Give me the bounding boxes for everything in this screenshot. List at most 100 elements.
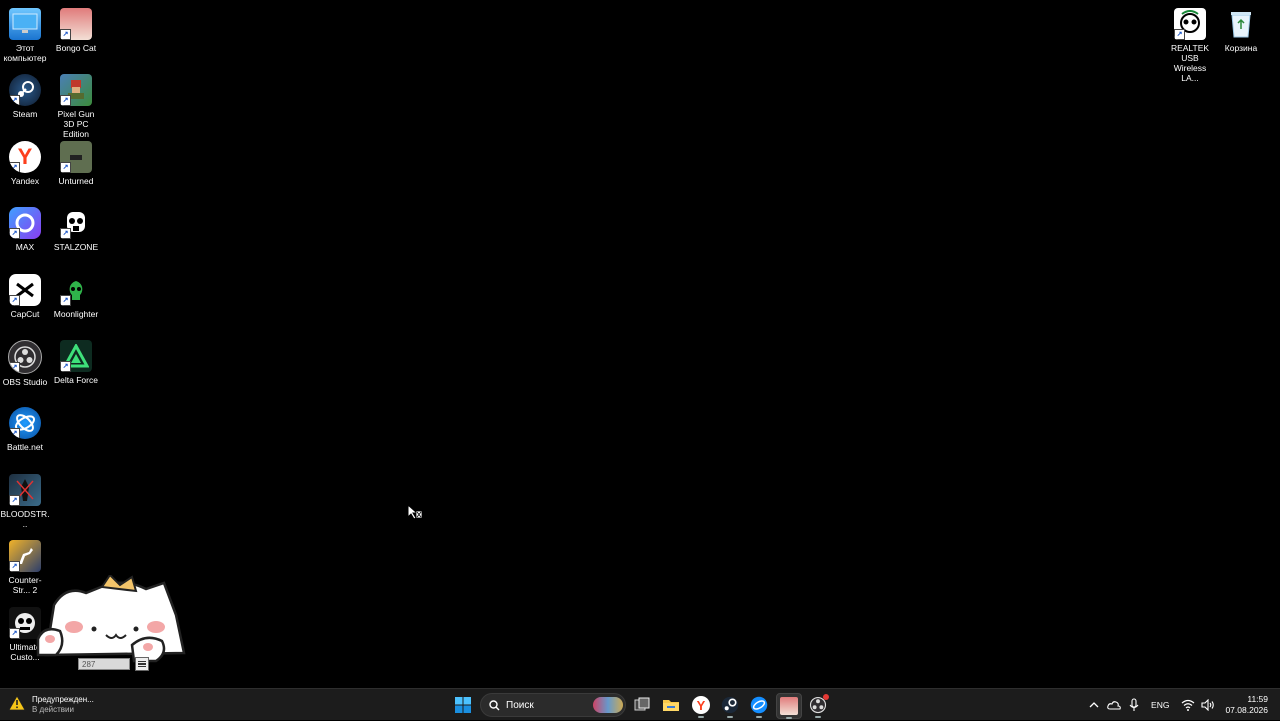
clock-date: 07.08.2026 xyxy=(1225,705,1268,715)
widget-title: Предупрежден... xyxy=(32,695,94,704)
search-highlight-icon xyxy=(593,697,623,713)
desktop-icon-delta-force[interactable]: ↗ Delta Force xyxy=(51,336,101,398)
shortcut-arrow-icon: ↗ xyxy=(9,362,20,373)
obs-button[interactable] xyxy=(806,693,830,718)
icon-label: Bongo Cat xyxy=(55,43,97,53)
volume-icon xyxy=(1201,699,1215,711)
desktop-icon-obs[interactable]: ↗ OBS Studio xyxy=(0,336,50,398)
wifi-icon xyxy=(1182,699,1195,711)
icon-label: Yandex xyxy=(10,176,40,186)
icon-label: Unturned xyxy=(58,176,94,186)
monitor-icon xyxy=(9,8,41,40)
desktop-icon-recycle-bin[interactable]: Корзина xyxy=(1216,4,1266,66)
icon-label: Moonlighter xyxy=(53,309,99,319)
shortcut-arrow-icon: ↗ xyxy=(60,361,71,372)
language-indicator[interactable]: ENG xyxy=(1143,693,1177,717)
desktop-icon-pixel-gun[interactable]: ↗ Pixel Gun 3D PC Edition xyxy=(51,70,101,139)
icon-label: Корзина xyxy=(1224,43,1258,53)
bloodstrike-icon: ↗ xyxy=(9,474,41,506)
yandex-icon: Y ↗ xyxy=(9,141,41,173)
start-button[interactable] xyxy=(451,693,475,717)
steam-icon: ↗ xyxy=(9,74,41,106)
shortcut-arrow-icon: ↗ xyxy=(9,228,20,239)
file-explorer-button[interactable] xyxy=(659,693,683,717)
mouse-cursor-icon xyxy=(407,503,423,520)
icon-label: REALTEK USB Wireless LA... xyxy=(1170,43,1210,83)
network-sound-button[interactable] xyxy=(1177,693,1219,717)
microphone-icon xyxy=(1129,698,1139,711)
desktop-icon-battlenet[interactable]: ↗ Battle.net xyxy=(0,403,50,465)
yandex-browser-button[interactable]: Y xyxy=(689,693,713,718)
clock-time: 11:59 xyxy=(1247,694,1268,704)
shortcut-arrow-icon: ↗ xyxy=(9,561,20,572)
desktop-icon-capcut[interactable]: ↗ CapCut xyxy=(0,270,50,332)
bongo-cat-counter: 287 xyxy=(78,658,130,670)
counter-strike-icon: ↗ xyxy=(9,540,41,572)
capcut-icon: ↗ xyxy=(9,274,41,306)
weather-alert-widget[interactable]: Предупрежден... В действии xyxy=(8,691,94,719)
shortcut-arrow-icon: ↗ xyxy=(9,162,20,173)
realtek-wifi-icon: ↗ xyxy=(1174,8,1206,40)
unturned-icon: ↗ xyxy=(60,141,92,173)
clock[interactable]: 11:59 07.08.2026 xyxy=(1219,694,1280,716)
shortcut-arrow-icon: ↗ xyxy=(60,95,71,106)
icon-label: CapCut xyxy=(10,309,40,319)
cloud-icon xyxy=(1107,701,1121,710)
bongo-cat-icon xyxy=(780,697,798,715)
taskbar: Предупрежден... В действии Поиск Y ENG 1… xyxy=(0,688,1280,720)
icon-label: Delta Force xyxy=(54,375,98,385)
shortcut-arrow-icon: ↗ xyxy=(9,495,20,506)
icon-label: Этот компьютер xyxy=(3,43,47,63)
icon-label: STALZONE xyxy=(53,242,99,252)
bongo-cat-overlay[interactable] xyxy=(36,573,188,665)
steam-icon xyxy=(721,696,739,714)
desktop-icon-bloodstrike[interactable]: ↗ BLOODSTR... xyxy=(0,470,50,532)
icon-label: MAX xyxy=(15,242,35,252)
desktop-icon-max[interactable]: ↗ MAX xyxy=(0,203,50,265)
menu-line xyxy=(138,665,146,668)
pixel-gun-icon: ↗ xyxy=(60,74,92,106)
warning-icon xyxy=(8,694,26,716)
desktop-icon-unturned[interactable]: ↗ Unturned xyxy=(51,137,101,199)
menu-line xyxy=(138,660,146,663)
stalzone-icon: ↗ xyxy=(60,207,92,239)
task-view-icon xyxy=(634,697,650,711)
onedrive-button[interactable] xyxy=(1103,693,1125,717)
desktop-icon-bongo-cat[interactable]: ↗ Bongo Cat xyxy=(51,4,101,66)
icon-label: OBS Studio xyxy=(2,377,48,387)
shortcut-arrow-icon: ↗ xyxy=(60,295,71,306)
taskbar-search[interactable]: Поиск xyxy=(480,693,626,717)
recording-indicator-icon xyxy=(823,694,829,700)
folder-icon xyxy=(663,700,679,711)
shortcut-arrow-icon: ↗ xyxy=(60,29,71,40)
delta-force-icon: ↗ xyxy=(60,340,92,372)
show-hidden-icons-button[interactable] xyxy=(1085,693,1103,717)
shortcut-arrow-icon: ↗ xyxy=(9,95,20,106)
bongo-cat-button[interactable] xyxy=(776,693,802,719)
menu-line xyxy=(138,663,146,665)
battlenet-icon: ↗ xyxy=(9,407,41,439)
icon-label: Pixel Gun 3D PC Edition xyxy=(57,109,95,139)
desktop-icon-realtek-wifi[interactable]: ↗ REALTEK USB Wireless LA... xyxy=(1165,4,1215,83)
recycle-bin-icon xyxy=(1225,8,1257,40)
shortcut-arrow-icon: ↗ xyxy=(9,428,20,439)
desktop-icon-steam[interactable]: ↗ Steam xyxy=(0,70,50,132)
icon-label: Battle.net xyxy=(7,442,43,452)
yandex-icon: Y xyxy=(692,696,710,714)
obs-icon: ↗ xyxy=(8,340,42,374)
desktop-icon-stalzone[interactable]: ↗ STALZONE xyxy=(51,203,101,265)
bongo-cat-menu-button[interactable] xyxy=(135,657,149,671)
shortcut-arrow-icon: ↗ xyxy=(9,628,20,639)
desktop-icon-moonlighter[interactable]: ↗ Moonlighter xyxy=(51,270,101,332)
microphone-button[interactable] xyxy=(1125,693,1143,717)
shortcut-arrow-icon: ↗ xyxy=(9,295,20,306)
steam-button[interactable] xyxy=(718,693,742,718)
shortcut-arrow-icon: ↗ xyxy=(60,162,71,173)
desktop-icon-this-pc[interactable]: Этот компьютер xyxy=(0,4,50,66)
battlenet-button[interactable] xyxy=(747,693,771,718)
search-icon xyxy=(489,699,500,710)
desktop[interactable]: Этот компьютер ↗ Bongo Cat ↗ Steam ↗ Pix… xyxy=(0,0,1280,688)
task-view-button[interactable] xyxy=(630,693,654,717)
battlenet-icon xyxy=(750,696,768,714)
desktop-icon-yandex[interactable]: Y ↗ Yandex xyxy=(0,137,50,199)
